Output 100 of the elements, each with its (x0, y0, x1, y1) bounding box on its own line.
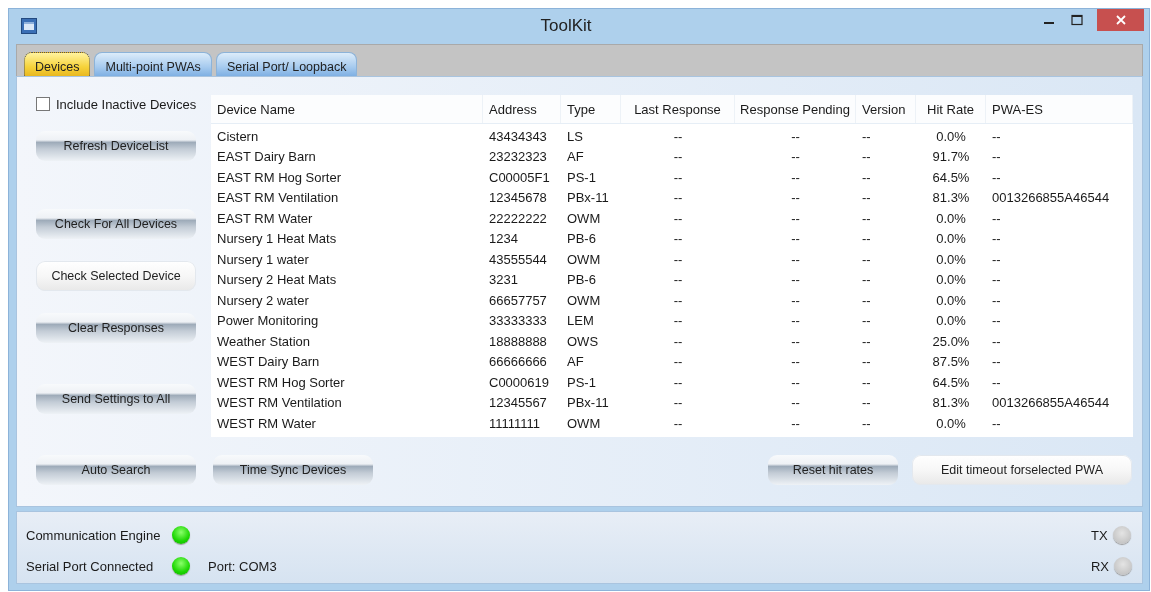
table-cell-text: -- (861, 333, 872, 349)
table-cell-text: -- (790, 415, 801, 431)
table-cell-text: 91.7% (931, 149, 971, 165)
table-cell-text: 81.3% (931, 395, 971, 411)
table-cell-text: 12345567 (488, 395, 548, 411)
column-header[interactable]: Response Pending (735, 95, 856, 123)
close-button[interactable] (1097, 9, 1144, 31)
tab[interactable]: Multi-point PWAs (94, 52, 212, 76)
table-cell-text: -- (672, 395, 684, 411)
table-cell-text: 0.0% (935, 128, 967, 144)
column-header[interactable]: Type (561, 95, 621, 123)
table-cell-text: Nursery 2 Heat Mats (216, 272, 338, 288)
table-cell-text: -- (672, 374, 684, 390)
table-cell-text: 43555544 (488, 251, 548, 267)
lamp-label: TX (1090, 527, 1108, 543)
table-cell-text: -- (790, 272, 801, 288)
table-cell-text: -- (991, 149, 1002, 165)
table-cell-text: AF (566, 149, 585, 165)
button[interactable]: Auto Search (36, 455, 196, 485)
table-cell-text: -- (861, 128, 872, 144)
table-cell-text: 0.0% (935, 313, 967, 329)
table-cell-text: -- (861, 190, 872, 206)
tab[interactable]: Serial Port/ Loopback (215, 52, 358, 76)
column-header[interactable]: Address (483, 95, 561, 123)
table-cell-text: EAST Dairy Barn (216, 149, 317, 165)
checkbox[interactable] (36, 97, 50, 111)
button[interactable]: Check For All Devices (36, 209, 196, 239)
column-header[interactable]: PWA-ES (986, 95, 1133, 123)
table-cell-text: -- (861, 313, 872, 329)
table-cell-text: -- (672, 190, 684, 206)
table-cell-text: 0.0% (935, 210, 967, 226)
table-cell-text: 12345678 (488, 190, 548, 206)
table-cell-text: Cistern (216, 128, 260, 144)
column-header[interactable]: Device Name (211, 95, 483, 123)
close-icon[interactable] (1114, 14, 1127, 26)
checkbox-label: Include Inactive Devices (56, 96, 197, 112)
table-cell-text: OWM (566, 415, 602, 431)
table-cell-text: -- (790, 354, 801, 370)
table-cell-text: EAST RM Hog Sorter (216, 169, 343, 185)
table-cell-text: -- (672, 128, 684, 144)
table-cell-text: 25.0% (931, 333, 971, 349)
table-cell-text: OWM (566, 292, 602, 308)
table-cell-text: -- (991, 354, 1002, 370)
table-cell-text: -- (790, 374, 801, 390)
table-cell-text: -- (672, 354, 684, 370)
table-cell-text: -- (672, 272, 684, 288)
table-cell-text: -- (790, 395, 801, 411)
table-cell-text: OWM (566, 210, 602, 226)
table-cell-text: 33333333 (488, 313, 548, 329)
table-cell-text: LS (566, 128, 584, 144)
tab[interactable]: Devices (24, 52, 91, 76)
button[interactable]: Time Sync Devices (213, 455, 373, 485)
lamp-label: RX (1090, 558, 1109, 574)
table-cell-text: -- (861, 415, 872, 431)
table-cell-text: -- (790, 190, 801, 206)
table-cell-text: Weather Station (216, 333, 311, 349)
table-cell-text: -- (790, 128, 801, 144)
table-cell-text: -- (790, 169, 801, 185)
table-cell-text: -- (861, 210, 872, 226)
table-cell-text: WEST Dairy Barn (216, 354, 321, 370)
column-header[interactable]: Hit Rate (916, 95, 986, 123)
button[interactable]: Edit timeout forselected PWA (912, 455, 1132, 485)
table-cell-text: -- (991, 415, 1002, 431)
table-cell-text: -- (672, 251, 684, 267)
table-cell-text: PS-1 (566, 169, 597, 185)
button[interactable]: Send Settings to All (36, 384, 196, 414)
table-cell-text: 18888888 (488, 333, 548, 349)
table-cell-text: -- (790, 149, 801, 165)
table-cell-text: 0.0% (935, 251, 967, 267)
table-cell-text: -- (991, 251, 1002, 267)
status-label: Communication Engine (26, 527, 162, 543)
status-label: Serial Port Connected (26, 558, 155, 574)
table-cell-text: -- (991, 333, 1002, 349)
table-cell-text: EAST RM Water (216, 210, 314, 226)
table-cell-text: LEM (566, 313, 595, 329)
table-cell-text: EAST RM Ventilation (216, 190, 340, 206)
table-cell-text: -- (861, 169, 872, 185)
button[interactable]: Check Selected Device (36, 261, 196, 291)
table-cell-text: -- (790, 313, 801, 329)
table-cell-text: -- (790, 210, 801, 226)
column-header[interactable]: Version (856, 95, 916, 123)
button[interactable]: Reset hit rates (768, 455, 898, 485)
table-cell-text: 22222222 (488, 210, 548, 226)
column-header[interactable]: Last Response (621, 95, 735, 123)
table-cell-text: PB-6 (566, 272, 597, 288)
table-cell-text: -- (672, 210, 684, 226)
table-cell-text: -- (861, 374, 872, 390)
table-cell-text: -- (991, 231, 1002, 247)
button[interactable]: Clear Responses (36, 313, 196, 343)
maximize-icon[interactable] (1071, 14, 1083, 26)
port-label: Port: COM3 (208, 558, 277, 574)
table-cell-text: OWS (566, 333, 600, 349)
table-cell-text: WEST RM Water (216, 415, 317, 431)
button[interactable]: Refresh DeviceList (36, 131, 196, 161)
table-cell-text: -- (861, 272, 872, 288)
table-cell-text: -- (672, 415, 684, 431)
table-cell-text: WEST RM Ventilation (216, 395, 343, 411)
table-cell-text: -- (861, 395, 872, 411)
table-cell-text: -- (861, 292, 872, 308)
window-title: ToolKit (539, 16, 593, 36)
